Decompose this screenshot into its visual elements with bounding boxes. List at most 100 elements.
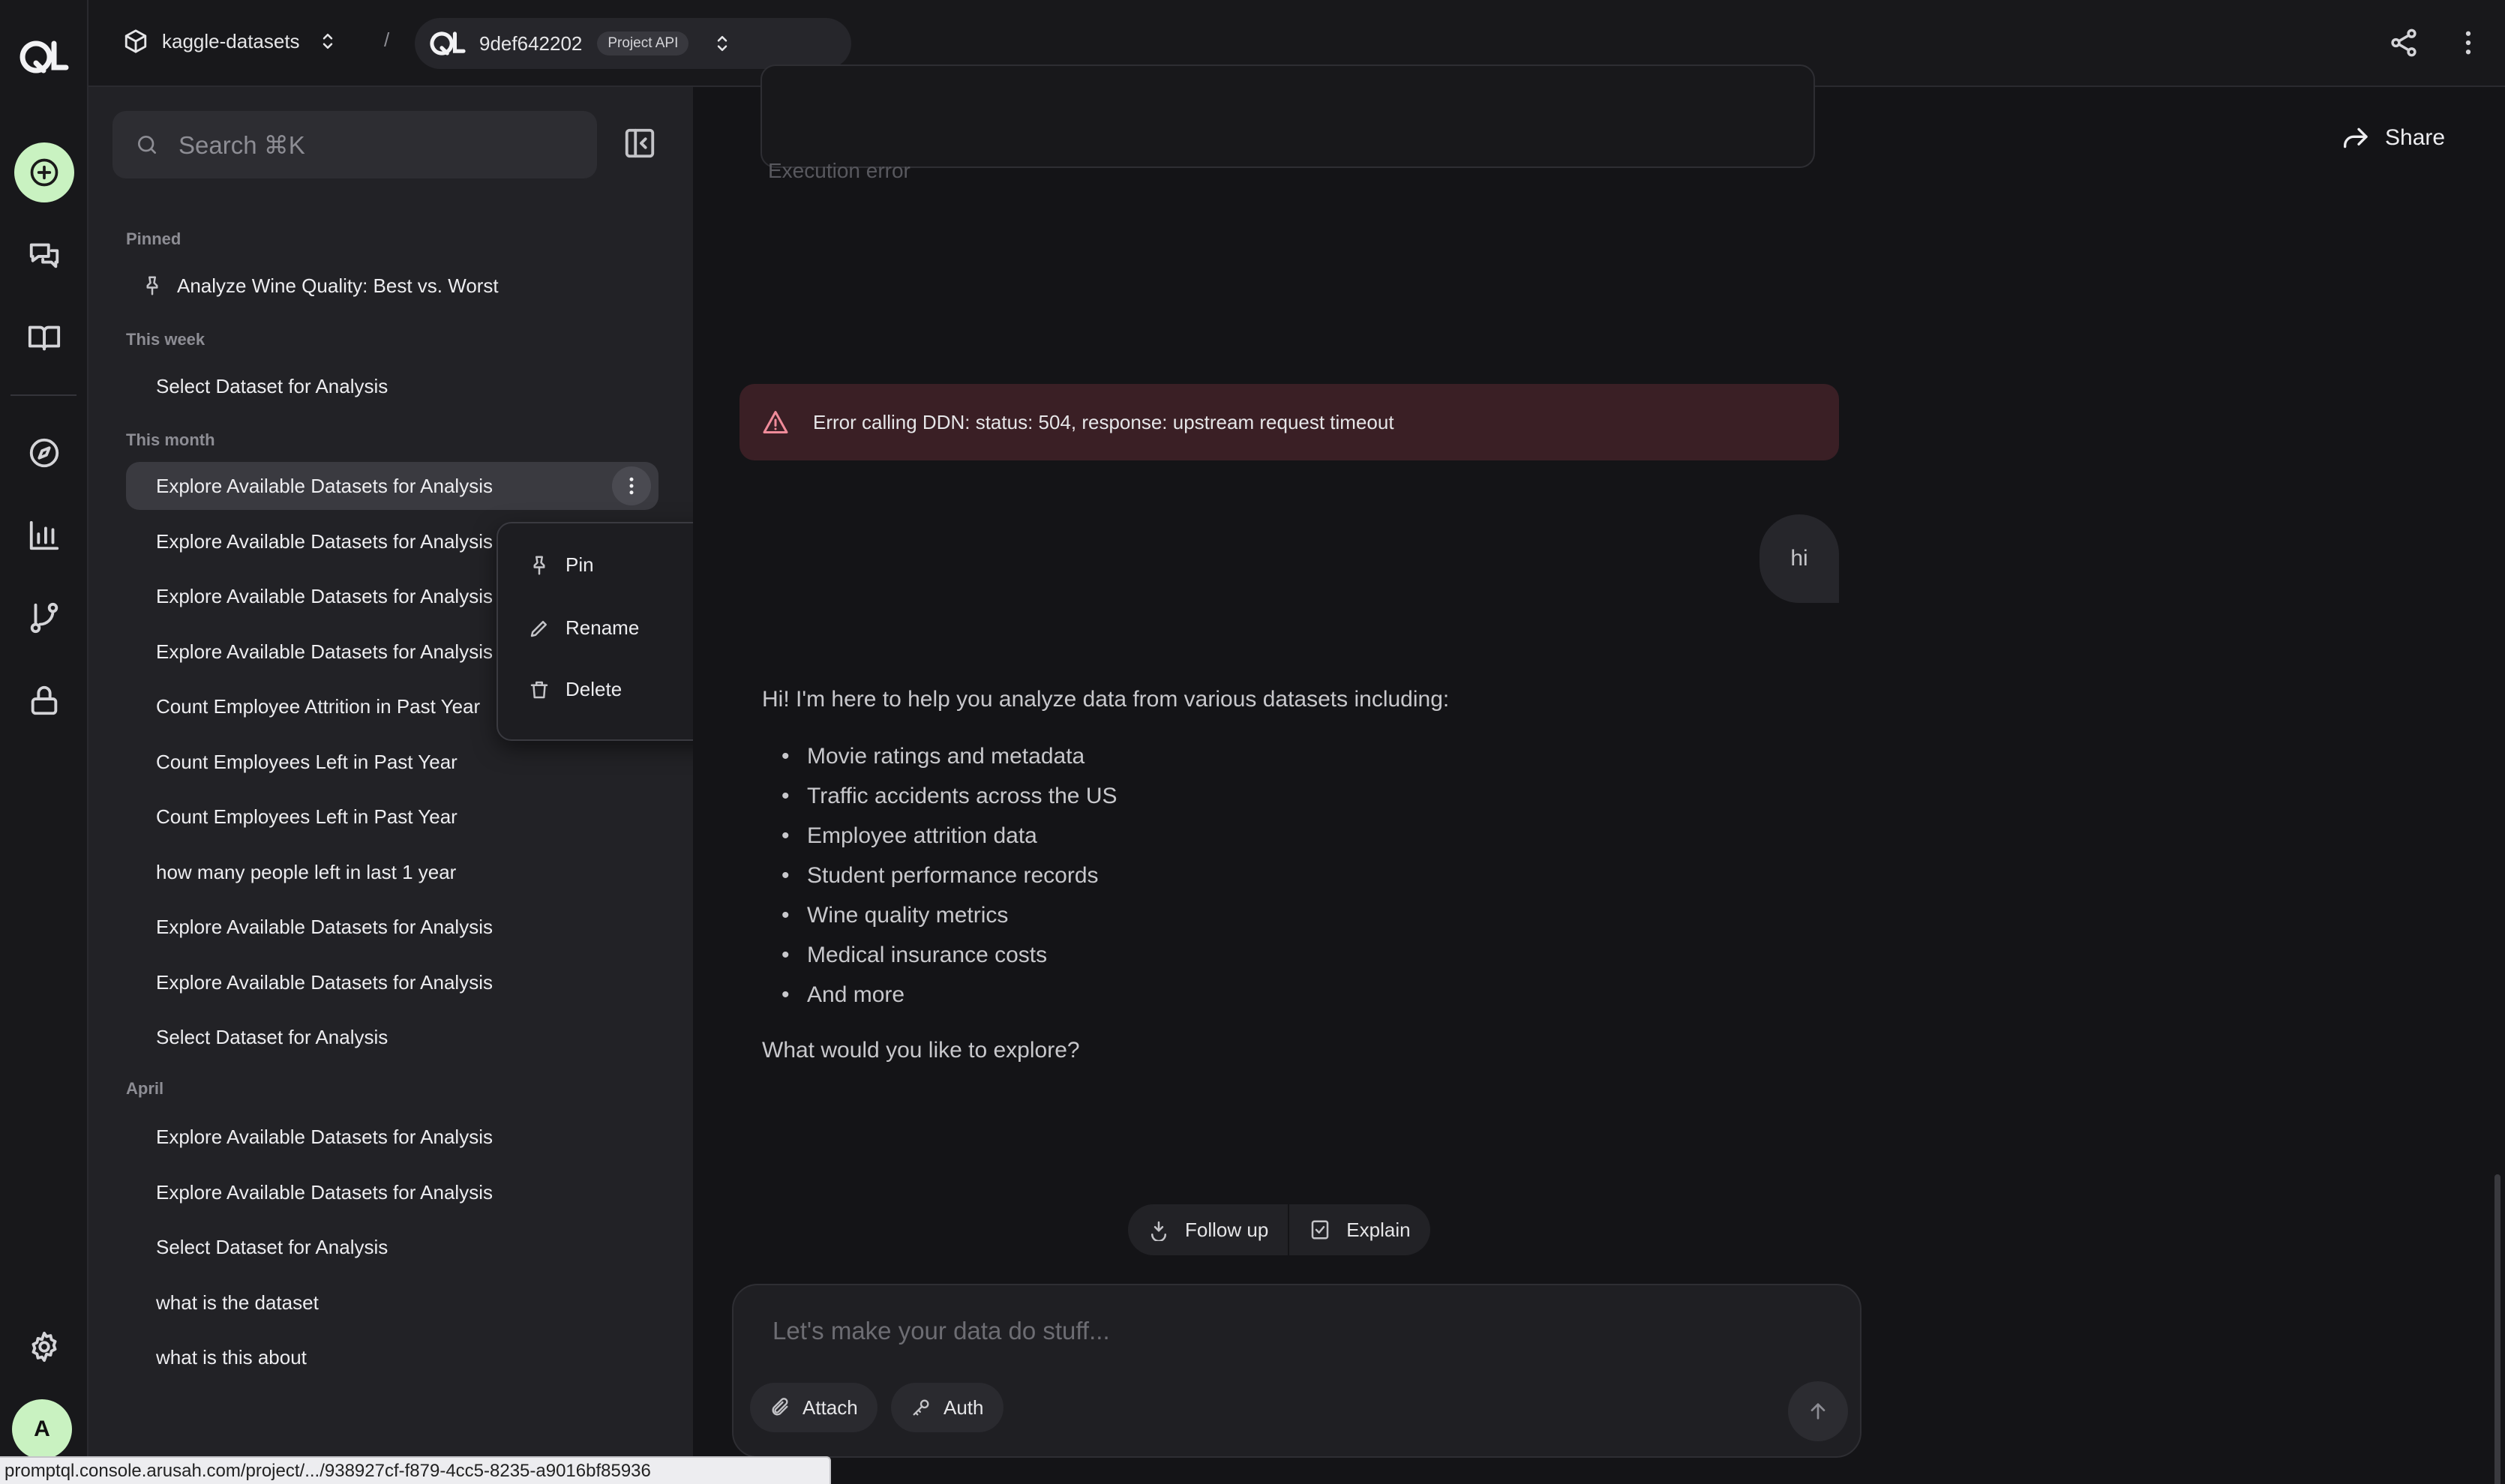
breadcrumb-separator: / [384, 28, 390, 51]
search-box[interactable]: Search ⌘K [112, 111, 597, 178]
search-icon [138, 136, 156, 154]
send-button[interactable] [1788, 1381, 1848, 1441]
list-item: Wine quality metrics [782, 903, 1118, 943]
arrow-up-icon [1810, 1403, 1826, 1420]
more-vertical-icon [2465, 31, 2471, 55]
section-label-this-month: This month [126, 430, 215, 449]
list-item: And more [782, 982, 1118, 1022]
share-network-icon [2391, 28, 2416, 57]
project-selector[interactable]: 9def642202 Project API [415, 18, 851, 69]
history-item[interactable]: Select Dataset for Analysis [126, 362, 658, 410]
builds-nav[interactable] [0, 588, 88, 648]
security-nav[interactable] [0, 670, 88, 730]
history-item-pinned[interactable]: Analyze Wine Quality: Best vs. Worst [126, 262, 658, 310]
list-item: Medical insurance costs [782, 943, 1118, 982]
history-item[interactable]: Count Employees Left in Past Year [126, 793, 658, 841]
share-network-button[interactable] [2388, 27, 2420, 58]
promptql-logo[interactable] [0, 27, 88, 87]
error-banner: Error calling DDN: status: 504, response… [740, 384, 1839, 460]
menu-item-label: Rename [566, 616, 640, 639]
execution-error-card[interactable] [760, 64, 1815, 168]
pin-icon [533, 556, 545, 574]
search-placeholder: Search ⌘K [178, 130, 305, 159]
chat-main: Share Execution error Error calling DDN:… [693, 64, 2505, 1484]
assistant-intro: Hi! I'm here to help you analyze data fr… [762, 687, 1450, 712]
settings-nav[interactable] [0, 1317, 88, 1377]
history-item[interactable]: Explore Available Datasets for Analysis [126, 958, 658, 1006]
paperclip-icon [772, 1398, 788, 1416]
pencil-icon [530, 620, 547, 637]
book-open-icon [28, 325, 61, 351]
attach-button[interactable]: Attach [750, 1383, 878, 1432]
history-sidebar: Search ⌘K Pinned Analyze Wine Quality: B… [88, 87, 693, 1456]
history-item[interactable]: how many people left in last 1 year [126, 848, 658, 896]
follow-up-label: Follow up [1185, 1218, 1269, 1241]
cube-icon [124, 29, 147, 53]
promptql-logo-icon [20, 40, 69, 73]
share-button[interactable]: Share [2340, 123, 2445, 153]
list-item: Employee attrition data [782, 823, 1118, 863]
collapse-sidebar-button[interactable] [622, 126, 657, 160]
history-item[interactable]: Explore Available Datasets for Analysis [126, 1113, 658, 1161]
avatar[interactable]: A [12, 1399, 72, 1459]
history-item-label: Analyze Wine Quality: Best vs. Worst [177, 274, 499, 297]
history-item[interactable]: Explore Available Datasets for Analysis [126, 1168, 658, 1216]
auth-button[interactable]: Auth [891, 1383, 1004, 1432]
explore-nav[interactable] [0, 423, 88, 483]
list-item: Student performance records [782, 863, 1118, 903]
link-status-bar: promptql.console.arusah.com/project/.../… [0, 1456, 831, 1484]
history-item[interactable]: what is this about [126, 1333, 658, 1381]
suggestion-bar: Follow up Explain [1128, 1204, 1430, 1255]
more-options-button[interactable] [2452, 27, 2484, 58]
compass-icon [29, 438, 59, 468]
message-input[interactable] [772, 1317, 1748, 1345]
rail-divider [10, 394, 76, 396]
org-name: kaggle-datasets [162, 29, 300, 52]
share-label: Share [2385, 125, 2446, 150]
more-vertical-icon [629, 477, 634, 495]
follow-up-icon [1151, 1221, 1166, 1241]
explain-button[interactable]: Explain [1289, 1204, 1430, 1255]
message-composer: Attach Auth [732, 1284, 1862, 1458]
sidebar-collapse-icon [625, 128, 655, 158]
analytics-nav[interactable] [0, 505, 88, 565]
history-item[interactable]: Select Dataset for Analysis [126, 1223, 658, 1271]
section-label-pinned: Pinned [126, 229, 182, 248]
share-arrow-icon [2344, 127, 2368, 148]
left-rail: A [0, 0, 88, 1484]
menu-item-label: Delete [566, 678, 622, 700]
list-item: Traffic accidents across the US [782, 784, 1118, 823]
lock-icon [31, 685, 58, 715]
explain-label: Explain [1346, 1218, 1411, 1241]
assistant-outro: What would you like to explore? [762, 1038, 1080, 1063]
menu-item-rename[interactable]: Rename [528, 616, 639, 640]
chat-scrollbar[interactable] [2494, 1174, 2500, 1484]
project-id: 9def642202 [479, 31, 583, 55]
bar-chart-icon [29, 520, 59, 550]
checklist-icon [1312, 1220, 1329, 1240]
key-icon [913, 1399, 929, 1416]
pin-icon [146, 276, 158, 295]
docs-nav[interactable] [0, 307, 88, 367]
history-item[interactable]: Explore Available Datasets for Analysis [126, 903, 658, 951]
menu-item-pin[interactable]: Pin [528, 553, 594, 577]
history-item[interactable]: Count Employees Left in Past Year [126, 738, 658, 786]
menu-item-label: Pin [566, 553, 594, 576]
menu-item-delete[interactable]: Delete [528, 678, 622, 701]
threads-nav[interactable] [0, 225, 88, 285]
section-label-this-week: This week [126, 330, 206, 349]
follow-up-button[interactable]: Follow up [1128, 1204, 1290, 1255]
history-item-active[interactable]: Explore Available Datasets for Analysis [126, 462, 658, 510]
history-item-label: Explore Available Datasets for Analysis [156, 474, 493, 497]
warning-triangle-icon [763, 411, 788, 433]
row-menu-button[interactable] [612, 466, 651, 505]
gear-icon [32, 1331, 57, 1363]
new-chat-button[interactable] [0, 142, 88, 202]
project-badge: Project API [597, 31, 689, 55]
history-item[interactable]: what is the dataset [126, 1279, 658, 1327]
org-selector[interactable]: kaggle-datasets [123, 28, 339, 54]
chevron-up-down-icon [718, 36, 728, 51]
error-message: Error calling DDN: status: 504, response… [813, 410, 1394, 433]
history-item[interactable]: Select Dataset for Analysis [126, 1013, 658, 1061]
chevron-up-down-icon [322, 34, 332, 49]
